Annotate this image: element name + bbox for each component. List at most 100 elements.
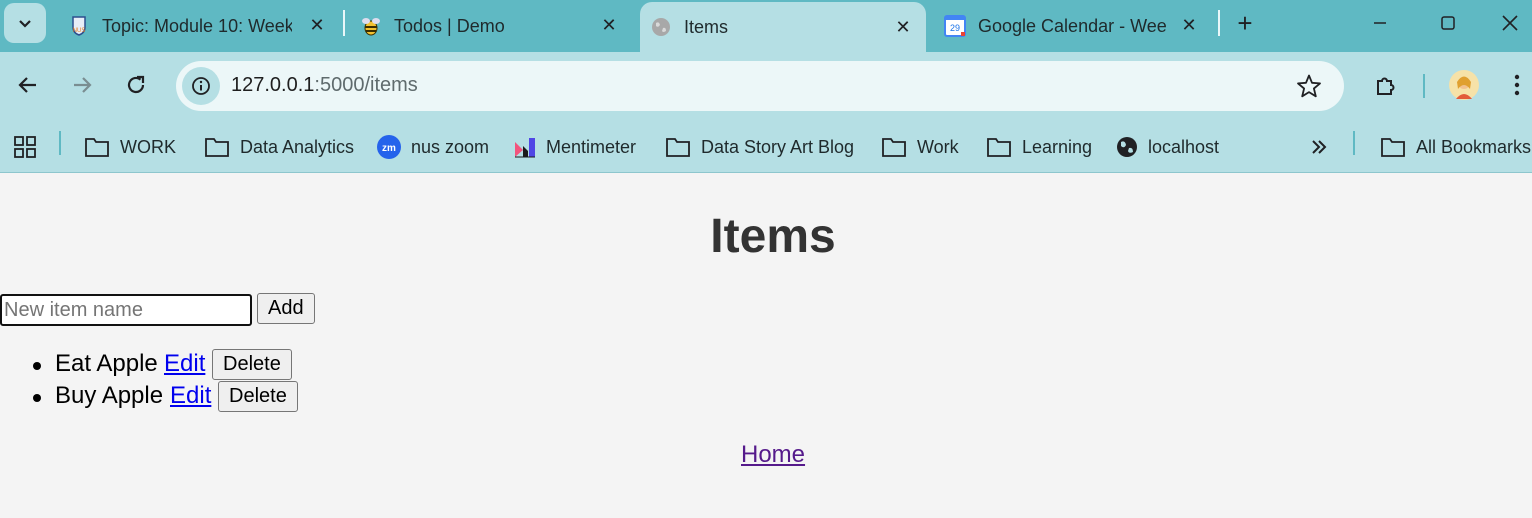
folder-icon: [882, 138, 906, 157]
bookmark-label: Learning: [1022, 136, 1093, 157]
forward-button[interactable]: [64, 67, 100, 103]
puzzle-icon: [1377, 77, 1395, 95]
tab-title: Google Calendar - Wee: [978, 15, 1167, 36]
more-vertical-icon: [1514, 74, 1520, 96]
mentimeter-icon: [515, 138, 535, 158]
item-name: Eat Apple: [55, 350, 158, 377]
bookmark-label: localhost: [1148, 136, 1220, 157]
item-name: Buy Apple: [55, 382, 164, 409]
svg-text:NUS: NUS: [73, 28, 86, 34]
tab-todos-demo[interactable]: Todos | Demo ✕: [350, 0, 632, 52]
bookmarks-bar: WORK Data Analytics zm nus zoom Mentimet…: [0, 122, 1532, 173]
bookmark-localhost[interactable]: localhost: [1116, 132, 1219, 162]
globe-icon: [1117, 137, 1137, 157]
bookmark-work-lowercase[interactable]: Work: [881, 132, 959, 162]
browser-toolbar: 127.0.0.1:5000/items: [0, 52, 1532, 122]
edit-link[interactable]: Edit: [164, 349, 205, 379]
apps-button[interactable]: [14, 132, 46, 162]
profile-button[interactable]: [1446, 67, 1482, 103]
close-icon[interactable]: ✕: [306, 14, 328, 36]
bookmark-mentimeter[interactable]: Mentimeter: [514, 132, 636, 162]
bookmark-nus-zoom[interactable]: zm nus zoom: [377, 132, 489, 162]
home-link[interactable]: Home: [741, 441, 805, 469]
address-bar[interactable]: 127.0.0.1:5000/items: [176, 61, 1344, 111]
bookmark-label: Mentimeter: [546, 136, 637, 157]
tab-title: Topic: Module 10: Week: [102, 15, 292, 36]
nus-logo-icon: NUS: [68, 15, 90, 37]
bookmark-label: nus zoom: [411, 136, 490, 157]
tab-items[interactable]: Items ✕: [640, 2, 926, 52]
chevron-down-icon: [19, 20, 31, 28]
tab-divider: [1218, 10, 1220, 36]
page-content: Items Add Eat Apple Edit Delete Buy Appl…: [0, 173, 1532, 518]
maximize-icon: [1441, 16, 1455, 30]
tab-search-button[interactable]: [4, 3, 46, 43]
zoom-icon: zm: [377, 135, 401, 159]
page-title: Items: [710, 210, 836, 263]
close-icon[interactable]: ✕: [1178, 14, 1200, 36]
bookmark-learning[interactable]: Learning: [986, 132, 1092, 162]
double-chevron-right-icon: [1312, 140, 1327, 154]
bookmarks-divider: [1353, 131, 1355, 155]
add-button[interactable]: Add: [257, 293, 315, 324]
folder-icon: [85, 138, 109, 157]
new-tab-button[interactable]: +: [1232, 10, 1258, 36]
close-icon[interactable]: ✕: [892, 16, 914, 38]
close-icon[interactable]: ✕: [598, 14, 620, 36]
tab-title: Items: [684, 16, 729, 37]
reload-icon: [127, 75, 145, 94]
arrow-left-icon: [18, 77, 36, 93]
arrow-right-icon: [74, 77, 92, 93]
bookmark-label: WORK: [120, 136, 176, 157]
folder-icon: [205, 138, 229, 157]
apps-grid-icon: [14, 136, 36, 158]
bookmark-star-button[interactable]: [1296, 73, 1322, 104]
all-bookmarks-button[interactable]: All Bookmarks: [1380, 132, 1531, 162]
folder-icon: [666, 138, 690, 157]
tab-divider: [343, 10, 345, 36]
list-bullet: [33, 362, 41, 370]
edit-link[interactable]: Edit: [170, 381, 211, 411]
bookmark-data-analytics[interactable]: Data Analytics: [204, 132, 354, 162]
zoom-badge-text: zm: [382, 143, 396, 154]
list-bullet: [33, 394, 41, 402]
folder-icon: [1381, 138, 1405, 157]
bookmark-label: Data Story Art Blog: [701, 136, 855, 157]
menu-button[interactable]: [1502, 67, 1532, 103]
minimize-button[interactable]: [1350, 0, 1410, 46]
bookmark-label: Work: [917, 136, 959, 157]
bee-icon: [360, 15, 382, 37]
url-text: 127.0.0.1:5000/items: [231, 74, 418, 97]
url-path: :5000/items: [314, 74, 418, 96]
tab-google-calendar[interactable]: 29 Google Calendar - Wee ✕: [934, 0, 1212, 52]
bookmark-label: All Bookmarks: [1416, 136, 1532, 157]
bookmark-data-story-art-blog[interactable]: Data Story Art Blog: [665, 132, 854, 162]
reload-button[interactable]: [118, 67, 154, 103]
bookmark-work-folder[interactable]: WORK: [84, 132, 176, 162]
back-button[interactable]: [10, 67, 46, 103]
folder-icon: [987, 138, 1011, 157]
tab-topic-module[interactable]: NUS Topic: Module 10: Week ✕: [58, 0, 340, 52]
star-icon: [1297, 74, 1321, 98]
new-item-input[interactable]: [0, 294, 252, 326]
bookmarks-divider: [59, 131, 61, 155]
globe-icon: [650, 16, 672, 38]
tab-title: Todos | Demo: [394, 15, 505, 36]
calendar-icon: 29: [944, 15, 966, 37]
minimize-icon: [1374, 22, 1386, 24]
close-icon: [1501, 15, 1518, 31]
maximize-button[interactable]: [1418, 0, 1478, 46]
bookmark-label: Data Analytics: [240, 136, 355, 157]
site-info-button[interactable]: [182, 67, 220, 105]
window-close-button[interactable]: [1487, 0, 1532, 46]
toolbar-divider: [1423, 74, 1425, 98]
url-host: 127.0.0.1: [231, 74, 315, 96]
delete-button[interactable]: Delete: [218, 381, 298, 412]
info-icon: [192, 77, 210, 95]
tab-strip: NUS Topic: Module 10: Week ✕ Todos | Dem…: [0, 0, 1532, 52]
calendar-day-number: 29: [950, 23, 960, 33]
avatar: [1449, 70, 1479, 100]
bookmarks-overflow-button[interactable]: [1309, 132, 1339, 162]
delete-button[interactable]: Delete: [212, 349, 292, 380]
extensions-button[interactable]: [1368, 67, 1404, 103]
